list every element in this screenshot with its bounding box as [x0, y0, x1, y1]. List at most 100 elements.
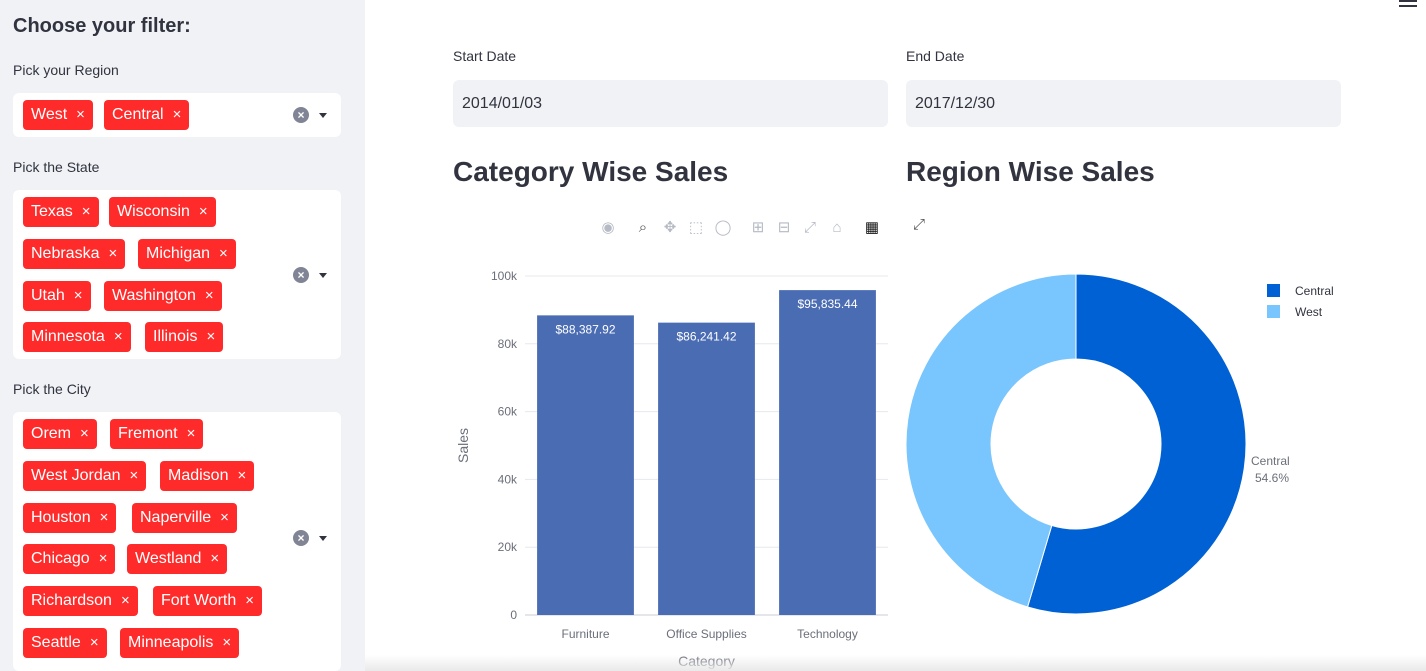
remove-tag-icon[interactable]: ×	[187, 419, 196, 449]
city-tag: Richardson ×	[23, 586, 138, 616]
x-tick-label: Furniture	[561, 627, 609, 641]
y-axis-title: Sales	[455, 428, 471, 463]
remove-tag-icon[interactable]: ×	[205, 281, 214, 311]
zoom-in-icon[interactable]: ⊞	[748, 218, 768, 238]
city-tag: Madison ×	[160, 461, 255, 491]
camera-icon[interactable]: ◉	[598, 218, 618, 238]
remove-tag-icon[interactable]: ×	[173, 100, 182, 130]
remove-tag-icon[interactable]: ×	[114, 322, 123, 352]
sidebar-title: Choose your filter:	[13, 15, 191, 37]
state-tag: Minnesota ×	[23, 322, 131, 352]
legend-swatch	[1267, 284, 1280, 297]
remove-tag-icon[interactable]: ×	[219, 239, 228, 269]
region-label: Pick your Region	[13, 62, 119, 78]
city-tag: Fort Worth ×	[153, 586, 263, 616]
y-tick-label: 80k	[498, 337, 518, 351]
region-donut-chart: Central 54.6% Central West	[905, 273, 1334, 615]
remove-tag-icon[interactable]: ×	[206, 322, 215, 352]
city-tag: Chicago ×	[23, 544, 116, 574]
end-date-label: End Date	[906, 48, 965, 64]
region-tag: West ×	[23, 100, 93, 130]
start-date-label: Start Date	[453, 48, 517, 64]
state-tag: Michigan ×	[138, 239, 236, 269]
state-tag: Wisconsin ×	[109, 197, 216, 227]
city-tag: Fremont ×	[110, 419, 204, 449]
box-select-icon[interactable]: ⬚	[686, 218, 706, 238]
clear-circle-icon[interactable]: ×	[293, 107, 309, 123]
region-tag: Central ×	[104, 100, 190, 130]
remove-tag-icon[interactable]: ×	[80, 419, 89, 449]
remove-tag-icon[interactable]: ×	[210, 544, 219, 574]
sidebar: Choose your filter: Pick your Region Wes…	[0, 0, 365, 671]
region-multiselect[interactable]: West × Central × ×	[13, 93, 341, 137]
city-multiselect[interactable]: Orem × Fremont × West Jordan × Madison × Hou…	[13, 412, 341, 671]
expand-icon[interactable]: ⤢	[909, 215, 929, 235]
lasso-icon[interactable]: ◯	[713, 218, 733, 238]
y-tick-label: 100k	[491, 269, 518, 283]
autoscale-icon[interactable]: ⤢	[800, 218, 820, 238]
bar-value-label: $86,241.42	[676, 330, 736, 344]
clear-circle-icon[interactable]: ×	[293, 267, 309, 283]
remove-tag-icon[interactable]: ×	[237, 461, 246, 491]
city-tag: West Jordan ×	[23, 461, 147, 491]
bar	[658, 322, 755, 615]
x-tick-label: Technology	[797, 627, 858, 641]
city-tag: Minneapolis ×	[120, 628, 240, 658]
chevron-down-icon[interactable]	[319, 273, 327, 278]
y-tick-label: 0	[510, 608, 517, 622]
remove-tag-icon[interactable]: ×	[222, 628, 231, 658]
zoom-icon[interactable]: ⌕	[633, 218, 653, 238]
state-label: Pick the State	[13, 159, 100, 175]
reset-axes-icon[interactable]: ⌂	[827, 218, 847, 238]
remove-tag-icon[interactable]: ×	[121, 586, 130, 616]
state-multiselect[interactable]: Texas × Wisconsin × Nebraska × Michigan × Ut…	[13, 190, 341, 359]
bottom-fade	[365, 655, 1426, 671]
start-date-input[interactable]: 2014/01/03	[453, 80, 888, 127]
remove-tag-icon[interactable]: ×	[82, 197, 91, 227]
chevron-down-icon[interactable]	[319, 113, 327, 118]
state-tag: Utah ×	[23, 281, 91, 311]
slice-percent: 54.6%	[1255, 471, 1289, 485]
remove-tag-icon[interactable]: ×	[100, 503, 109, 533]
state-tag: Illinois ×	[145, 322, 224, 352]
city-tag: Seattle ×	[23, 628, 107, 658]
chevron-down-icon[interactable]	[319, 536, 327, 541]
legend-label: West	[1295, 305, 1323, 319]
pan-icon[interactable]: ✥	[660, 218, 680, 238]
region-sales-title: Region Wise Sales	[906, 156, 1155, 187]
remove-tag-icon[interactable]: ×	[199, 197, 208, 227]
bar-value-label: $95,835.44	[797, 297, 857, 311]
remove-tag-icon[interactable]: ×	[76, 100, 85, 130]
y-tick-label: 40k	[498, 472, 518, 486]
city-tag: Westland ×	[127, 544, 228, 574]
slice-label: Central	[1251, 454, 1290, 468]
city-tag: Houston ×	[23, 503, 117, 533]
legend-label: Central	[1295, 284, 1334, 298]
category-sales-title: Category Wise Sales	[453, 156, 729, 187]
remove-tag-icon[interactable]: ×	[220, 503, 229, 533]
end-date-input[interactable]: 2017/12/30	[906, 80, 1341, 127]
bar	[537, 315, 634, 615]
remove-tag-icon[interactable]: ×	[90, 628, 99, 658]
hamburger-icon[interactable]	[1399, 0, 1417, 10]
clear-circle-icon[interactable]: ×	[293, 530, 309, 546]
state-tag: Washington ×	[104, 281, 222, 311]
city-label: Pick the City	[13, 381, 91, 397]
legend-swatch	[1267, 305, 1280, 318]
x-tick-label: Office Supplies	[666, 627, 747, 641]
remove-tag-icon[interactable]: ×	[99, 544, 108, 574]
remove-tag-icon[interactable]: ×	[245, 586, 254, 616]
y-tick-label: 60k	[498, 405, 518, 419]
state-tag: Nebraska ×	[23, 239, 126, 269]
state-tag: Texas ×	[23, 197, 99, 227]
remove-tag-icon[interactable]: ×	[108, 239, 117, 269]
y-tick-label: 20k	[498, 540, 518, 554]
remove-tag-icon[interactable]: ×	[130, 461, 139, 491]
city-tag: Orem ×	[23, 419, 97, 449]
category-bar-chart: 0 20k 40k 60k 80k 100k $88,387.92 Furniture $86,…	[455, 269, 888, 669]
bar-value-label: $88,387.92	[555, 322, 615, 336]
remove-tag-icon[interactable]: ×	[74, 281, 83, 311]
city-tag: Naperville ×	[132, 503, 237, 533]
zoom-out-icon[interactable]: ⊟	[774, 218, 794, 238]
plotly-logo-icon[interactable]: ▦	[862, 218, 882, 238]
